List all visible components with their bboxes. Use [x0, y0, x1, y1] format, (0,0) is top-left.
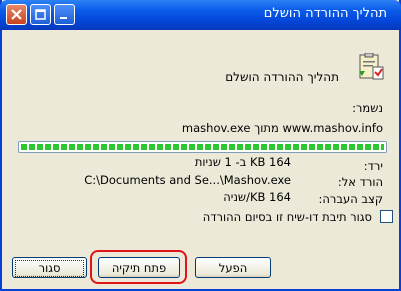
- minimize-button[interactable]: [54, 4, 75, 25]
- close-icon: [11, 9, 22, 20]
- saved-value: www.mashov.info מתוך mashov.exe: [181, 121, 383, 135]
- close-on-complete-label[interactable]: סגור תיבת דו-שיח זו בסיום ההורדה: [203, 210, 372, 224]
- rate-label: קצב העברה:: [318, 192, 383, 206]
- minimize-icon: [60, 17, 67, 19]
- run-button[interactable]: הפעל: [195, 257, 271, 278]
- downloaded-label: ירד:: [363, 159, 383, 173]
- download-complete-dialog: תהליך ההורדה הושלם תהליך ההורדה הושלם נש…: [0, 0, 401, 291]
- completion-message: תהליך ההורדה הושלם: [225, 70, 339, 84]
- download-to-label: הורד אל:: [337, 175, 383, 189]
- window-title: תהליך ההורדה הושלם: [263, 6, 387, 21]
- maximize-button[interactable]: [30, 4, 51, 25]
- saved-label: נשמר:: [352, 101, 383, 115]
- close-on-complete-checkbox[interactable]: [380, 210, 393, 223]
- close-button[interactable]: סגור: [12, 257, 87, 278]
- highlight-annotation: [90, 250, 187, 284]
- close-window-button[interactable]: [6, 4, 27, 25]
- downloaded-value: 164 KB ב- 1 שניות: [194, 155, 291, 169]
- download-progress-bar: [18, 141, 387, 153]
- download-complete-icon: [359, 53, 384, 80]
- maximize-icon: [35, 9, 46, 20]
- rate-value: 164 KB/שניה: [223, 190, 291, 204]
- download-to-value: C:\Documents and Se...\Mashov.exe: [84, 173, 291, 187]
- progress-fill: [21, 144, 384, 150]
- title-bar[interactable]: תהליך ההורדה הושלם: [0, 0, 401, 30]
